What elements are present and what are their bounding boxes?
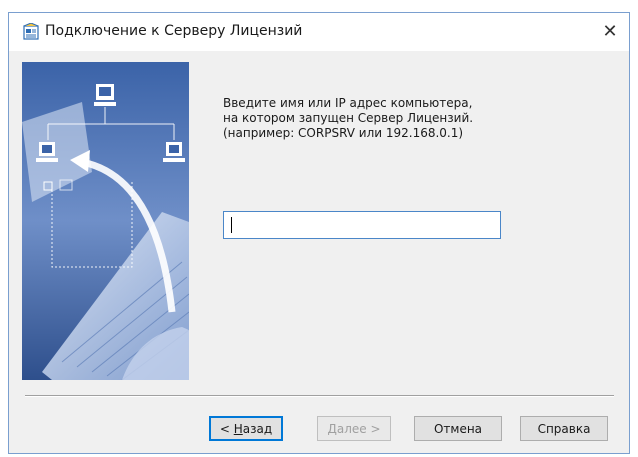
server-address-input[interactable] <box>223 211 501 239</box>
wizard-illustration <box>22 62 189 380</box>
instruction-line: Введите имя или IP адрес компьютера, <box>223 96 473 110</box>
close-button[interactable]: ✕ <box>593 15 627 47</box>
cancel-button-label: Отмена <box>433 421 483 436</box>
text-caret <box>231 217 232 233</box>
app-icon <box>22 22 40 41</box>
back-button[interactable]: < Назад <box>209 416 283 441</box>
cancel-button[interactable]: Отмена <box>414 416 502 441</box>
separator <box>25 395 614 397</box>
next-button[interactable]: Далее > <box>317 416 391 441</box>
license-server-dialog: Подключение к Серверу Лицензий ✕ Введите… <box>8 12 630 454</box>
next-button-label: алее > <box>336 421 381 436</box>
title-bar: Подключение к Серверу Лицензий ✕ <box>9 13 629 51</box>
back-button-label: азад <box>242 421 273 436</box>
help-button[interactable]: Справка <box>520 416 608 441</box>
instruction-text: Введите имя или IP адрес компьютера, на … <box>223 96 473 141</box>
next-button-accel: Д <box>327 421 337 436</box>
close-icon: ✕ <box>602 20 618 42</box>
instruction-line: на котором запущен Сервер Лицензий. <box>223 111 474 125</box>
help-button-label: Справка <box>537 421 591 436</box>
instruction-line: (например: CORPSRV или 192.168.0.1) <box>223 126 464 140</box>
window-title: Подключение к Серверу Лицензий <box>45 23 303 39</box>
dialog-body: Введите имя или IP адрес компьютера, на … <box>9 51 629 453</box>
back-button-prefix: < <box>219 421 234 436</box>
back-button-accel: Н <box>233 421 243 436</box>
